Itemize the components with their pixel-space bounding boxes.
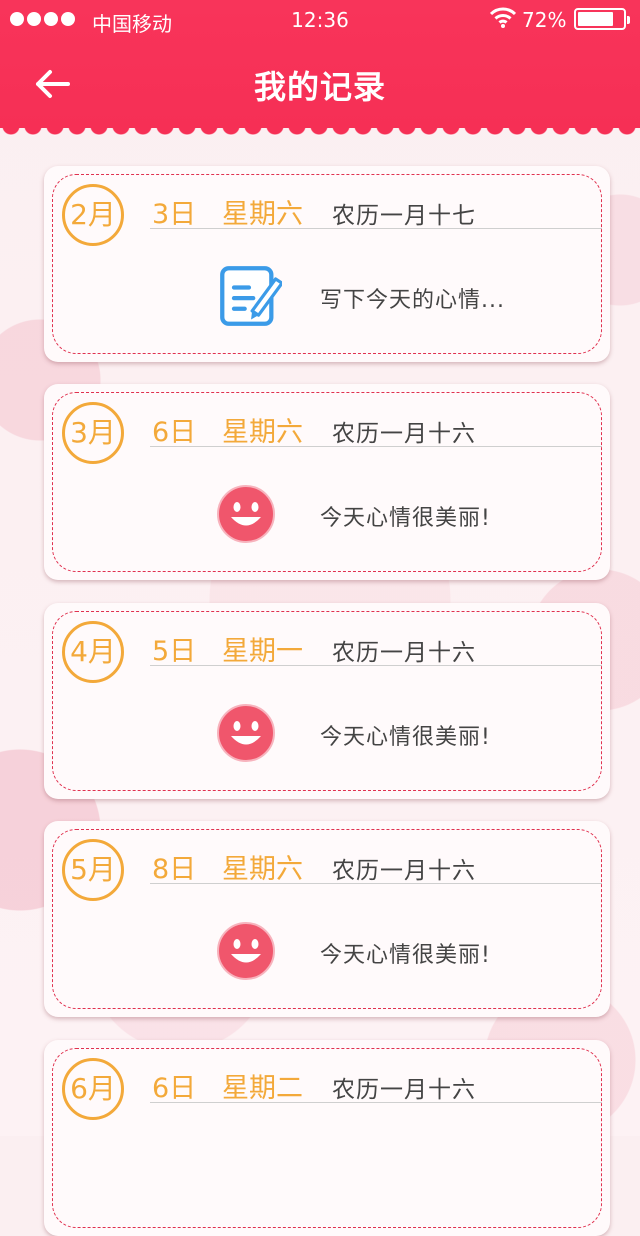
write-note-icon[interactable] — [218, 264, 282, 328]
record-card[interactable]: 5月 8日 星期六 农历一月十六 今天心情很美丽! — [44, 821, 610, 1017]
mood-note: 写下今天的心情... — [320, 288, 505, 313]
lunar-date: 农历一月十六 — [332, 858, 476, 884]
smiley-icon — [217, 485, 275, 543]
lunar-date: 农历一月十六 — [332, 640, 476, 666]
record-card[interactable]: 4月 5日 星期一 农历一月十六 今天心情很美丽! — [44, 603, 610, 799]
smiley-icon — [217, 704, 275, 762]
status-bar: 中国移动 12:36 72% — [0, 0, 640, 40]
weekday-label: 星期六 — [222, 199, 303, 230]
dashed-border — [52, 1048, 602, 1228]
mood-note: 今天心情很美丽! — [320, 943, 491, 968]
lunar-date: 农历一月十七 — [332, 203, 476, 229]
dashed-border — [52, 392, 602, 572]
divider — [150, 665, 602, 666]
lunar-date: 农历一月十六 — [332, 1077, 476, 1103]
wifi-icon — [490, 7, 516, 28]
day-label: 5日 — [152, 636, 197, 667]
page-title: 我的记录 — [253, 68, 386, 106]
mood-note: 今天心情很美丽! — [320, 506, 491, 531]
weekday-label: 星期一 — [222, 636, 303, 667]
battery-icon — [574, 8, 630, 30]
month-badge: 2月 — [62, 184, 124, 246]
month-badge: 3月 — [62, 402, 124, 464]
day-label: 8日 — [152, 854, 197, 885]
record-card[interactable]: 3月 6日 星期六 农历一月十六 今天心情很美丽! — [44, 384, 610, 580]
weekday-label: 星期六 — [222, 854, 303, 885]
divider — [150, 883, 602, 884]
month-badge: 6月 — [62, 1058, 124, 1120]
day-label: 3日 — [152, 199, 197, 230]
dashed-border — [52, 611, 602, 791]
month-badge: 4月 — [62, 621, 124, 683]
record-card[interactable]: 2月 3日 星期六 农历一月十七 写下今天的心情... — [44, 166, 610, 362]
day-label: 6日 — [152, 417, 197, 448]
divider — [150, 228, 602, 229]
lace-border — [0, 126, 640, 148]
record-card[interactable]: 6月 6日 星期二 农历一月十六 — [44, 1040, 610, 1236]
day-label: 6日 — [152, 1073, 197, 1104]
smiley-icon — [217, 922, 275, 980]
weekday-label: 星期六 — [222, 417, 303, 448]
lunar-date: 农历一月十六 — [332, 421, 476, 447]
divider — [150, 1102, 602, 1103]
weekday-label: 星期二 — [222, 1073, 303, 1104]
dashed-border — [52, 174, 602, 354]
dashed-border — [52, 829, 602, 1009]
month-badge: 5月 — [62, 839, 124, 901]
divider — [150, 446, 602, 447]
mood-note: 今天心情很美丽! — [320, 725, 491, 750]
top-bar: 中国移动 12:36 72% 我的记录 — [0, 0, 640, 128]
battery-percentage: 72% — [522, 8, 567, 32]
